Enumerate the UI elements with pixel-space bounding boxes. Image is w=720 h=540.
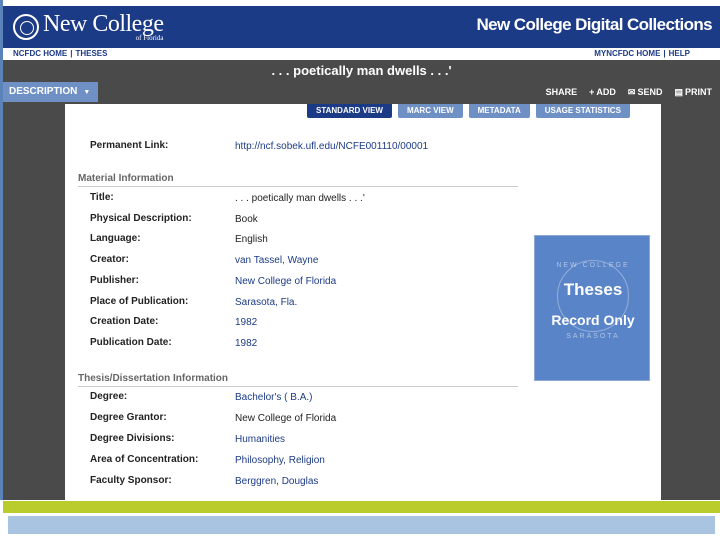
footer-blue-bar <box>8 516 715 534</box>
material-field-value[interactable]: New College of Florida <box>235 276 336 287</box>
material-section-heading: Material Information <box>78 173 174 184</box>
description-tab-label: DESCRIPTION <box>9 86 78 97</box>
material-field-value: Book <box>235 213 258 225</box>
action-buttons: SHARE + ADD ✉ SEND ▤ PRINT <box>546 82 712 102</box>
view-tabs: STANDARD VIEW MARC VIEW METADATA USAGE S… <box>307 104 630 118</box>
thesis-field-label: Faculty Sponsor: <box>90 475 172 486</box>
watermark-text-bottom: SARASOTA <box>566 333 620 340</box>
college-logo[interactable]: New College of Florida <box>13 9 164 45</box>
nav-separator: | <box>70 49 73 58</box>
nav-link-myncfdc-home[interactable]: MYNCFDC HOME <box>594 49 660 58</box>
material-field-label: Place of Publication: <box>90 295 189 307</box>
material-field-label: Creator: <box>90 254 129 266</box>
add-label: ADD <box>596 87 616 97</box>
site-title[interactable]: New College Digital Collections <box>477 15 713 35</box>
material-field-label: Publication Date: <box>90 336 172 348</box>
college-seal-icon <box>13 14 39 40</box>
add-button[interactable]: + ADD <box>589 87 616 97</box>
thesis-field-label: Degree Divisions: <box>90 433 175 444</box>
envelope-icon: ✉ <box>627 86 636 97</box>
material-field-value[interactable]: 1982 <box>235 338 257 349</box>
thesis-field-value[interactable]: Berggren, Douglas <box>235 476 318 487</box>
nav-link-theses[interactable]: THESES <box>75 49 107 58</box>
material-field-value[interactable]: 1982 <box>235 317 257 328</box>
plus-icon: + <box>589 87 595 97</box>
share-label: SHARE <box>545 87 578 97</box>
print-button[interactable]: ▤ PRINT <box>674 87 712 98</box>
site-header: New College of Florida New College Digit… <box>3 6 720 48</box>
description-tab[interactable]: DESCRIPTION ▼ <box>3 82 98 102</box>
logo-name: New College <box>43 11 164 37</box>
nav-row: NCFDC HOME | THESES MYNCFDC HOME | HELP <box>3 48 720 60</box>
item-toolbar: DESCRIPTION ▼ SHARE + ADD ✉ SEND ▤ PRINT <box>3 82 720 102</box>
nav-link-ncfdc-home[interactable]: NCFDC HOME <box>13 49 67 58</box>
thesis-field-label: Area of Concentration: <box>90 454 199 465</box>
description-panel: STANDARD VIEW MARC VIEW METADATA USAGE S… <box>65 104 661 501</box>
material-field-value[interactable]: Sarasota, Fla. <box>235 297 297 308</box>
permanent-link-label: Permanent Link: <box>90 140 169 151</box>
footer-green-bar <box>3 501 720 513</box>
section-divider <box>78 186 518 187</box>
material-field-label: Publisher: <box>90 274 139 286</box>
material-field-label: Language: <box>90 233 141 245</box>
print-label: PRINT <box>685 87 712 97</box>
tab-usage-statistics[interactable]: USAGE STATISTICS <box>535 104 630 118</box>
material-field-value: English <box>235 234 268 246</box>
thesis-field-label: Degree Grantor: <box>90 412 167 423</box>
share-button[interactable]: SHARE <box>546 87 578 97</box>
chevron-down-icon: ▼ <box>83 89 91 96</box>
material-field-value[interactable]: van Tassel, Wayne <box>235 255 318 266</box>
thumbnail-image[interactable]: NEW COLLEGE Theses Record Only SARASOTA <box>534 235 650 381</box>
thesis-field-value[interactable]: Philosophy, Religion <box>235 455 325 466</box>
tab-marc-view[interactable]: MARC VIEW <box>397 104 463 118</box>
thumbnail-line-2: Record Only <box>551 312 635 328</box>
permanent-link[interactable]: http://ncf.sobek.ufl.edu/NCFE001110/0000… <box>235 141 428 152</box>
watermark-text-top: NEW COLLEGE <box>556 262 630 269</box>
tab-standard-view[interactable]: STANDARD VIEW <box>307 104 392 118</box>
nav-separator: | <box>663 49 666 58</box>
send-button[interactable]: ✉ SEND <box>628 87 663 98</box>
material-field-label: Physical Description: <box>90 212 192 224</box>
thesis-section-heading: Thesis/Dissertation Information <box>78 373 229 384</box>
item-title: . . . poetically man dwells . . .' <box>271 63 452 78</box>
thesis-field-value[interactable]: Humanities <box>235 434 285 445</box>
thumbnail-line-1: Theses <box>563 280 623 299</box>
material-field-value: . . . poetically man dwells . . .' <box>235 193 365 204</box>
nav-link-help[interactable]: HELP <box>669 49 690 58</box>
thesis-field-label: Degree: <box>90 391 128 402</box>
thesis-field-value[interactable]: Bachelor's ( B.A.) <box>235 392 313 403</box>
material-field-label: Creation Date: <box>90 316 159 328</box>
thesis-field-value: New College of Florida <box>235 413 337 424</box>
printer-icon: ▤ <box>674 86 683 97</box>
section-divider <box>78 386 518 387</box>
tab-metadata[interactable]: METADATA <box>468 104 530 118</box>
item-viewer: . . . poetically man dwells . . .' DESCR… <box>3 60 720 501</box>
material-field-label: Title: <box>90 192 114 203</box>
send-label: SEND <box>637 87 663 97</box>
